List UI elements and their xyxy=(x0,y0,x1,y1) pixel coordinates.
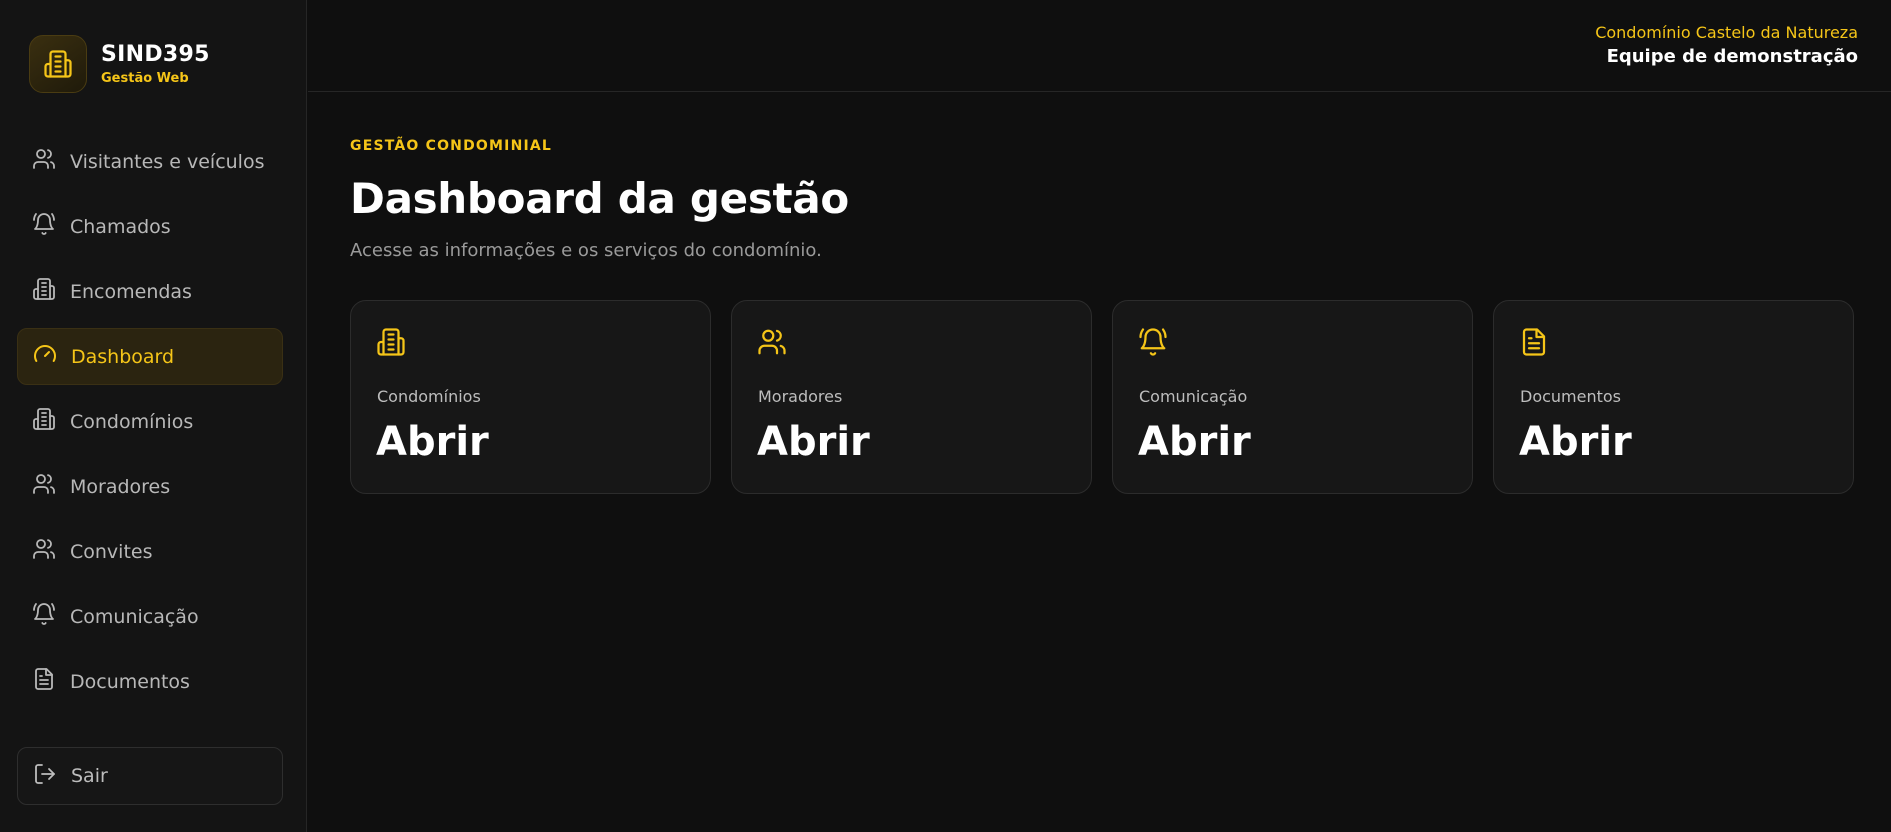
brand-name: SIND395 xyxy=(101,42,210,67)
card-label: Condomínios xyxy=(377,387,481,406)
card-label: Moradores xyxy=(758,387,843,406)
card-value: Abrir xyxy=(1138,419,1251,465)
brand-subtitle: Gestão Web xyxy=(101,71,189,86)
sidebar-item-visitantes[interactable]: Visitantes e veículos xyxy=(17,133,283,190)
users-icon xyxy=(757,327,787,357)
page-description: Acesse as informações e os serviços do c… xyxy=(350,240,822,261)
card-documentos[interactable]: Documentos Abrir xyxy=(1493,300,1854,494)
sidebar-item-label: Chamados xyxy=(70,215,171,238)
sidebar-item-label: Comunicação xyxy=(70,605,199,628)
building-icon xyxy=(32,407,56,436)
sidebar-item-moradores[interactable]: Moradores xyxy=(17,458,283,515)
card-value: Abrir xyxy=(757,419,870,465)
sidebar-item-encomendas[interactable]: Encomendas xyxy=(17,263,283,320)
sidebar-item-comunicacao[interactable]: Comunicação xyxy=(17,588,283,645)
bell-ring-icon xyxy=(32,212,56,241)
logout-label: Sair xyxy=(71,765,108,787)
section-eyebrow: GESTÃO CONDOMINIAL xyxy=(350,138,553,154)
sidebar-item-label: Dashboard xyxy=(71,345,175,368)
sidebar-item-label: Convites xyxy=(70,540,153,563)
logout-icon xyxy=(33,762,57,791)
sidebar-item-label: Encomendas xyxy=(70,280,192,303)
page-title: Dashboard da gestão xyxy=(350,174,849,223)
card-moradores[interactable]: Moradores Abrir xyxy=(731,300,1092,494)
card-value: Abrir xyxy=(1519,419,1632,465)
card-label: Documentos xyxy=(1520,387,1622,406)
sidebar-item-dashboard[interactable]: Dashboard xyxy=(17,328,283,385)
users-icon xyxy=(32,537,56,566)
sidebar-item-label: Documentos xyxy=(70,670,190,693)
sidebar-item-label: Condomínios xyxy=(70,410,194,433)
users-icon xyxy=(32,472,56,501)
file-text-icon xyxy=(32,667,56,696)
brand[interactable]: SIND395 Gestão Web xyxy=(29,35,210,93)
sidebar: SIND395 Gestão Web Visitantes e veículos… xyxy=(0,0,307,832)
building-icon xyxy=(32,277,56,306)
card-condominios[interactable]: Condomínios Abrir xyxy=(350,300,711,494)
team-name: Equipe de demonstração xyxy=(1606,46,1858,67)
sidebar-item-label: Visitantes e veículos xyxy=(70,150,265,173)
bell-ring-icon xyxy=(32,602,56,631)
topbar: Condomínio Castelo da Natureza Equipe de… xyxy=(308,0,1891,92)
sidebar-item-convites[interactable]: Convites xyxy=(17,523,283,580)
sidebar-item-documentos[interactable]: Documentos xyxy=(17,653,283,710)
logout-button[interactable]: Sair xyxy=(17,747,283,805)
sidebar-item-condominios[interactable]: Condomínios xyxy=(17,393,283,450)
gauge-icon xyxy=(33,342,57,371)
card-comunicacao[interactable]: Comunicação Abrir xyxy=(1112,300,1473,494)
sidebar-nav: Visitantes e veículos Chamados Encomenda… xyxy=(17,133,283,718)
building-icon xyxy=(376,327,406,357)
card-value: Abrir xyxy=(376,419,489,465)
condominium-name: Condomínio Castelo da Natureza xyxy=(1595,23,1858,42)
bell-ring-icon xyxy=(1138,327,1168,357)
building-icon xyxy=(29,35,87,93)
sidebar-item-chamados[interactable]: Chamados xyxy=(17,198,283,255)
account-info[interactable]: Condomínio Castelo da Natureza Equipe de… xyxy=(1595,22,1858,70)
shortcut-cards: Condomínios Abrir Moradores Abrir Comuni… xyxy=(350,300,1855,494)
users-icon xyxy=(32,147,56,176)
sidebar-item-label: Moradores xyxy=(70,475,171,498)
file-text-icon xyxy=(1519,327,1549,357)
card-label: Comunicação xyxy=(1139,387,1248,406)
